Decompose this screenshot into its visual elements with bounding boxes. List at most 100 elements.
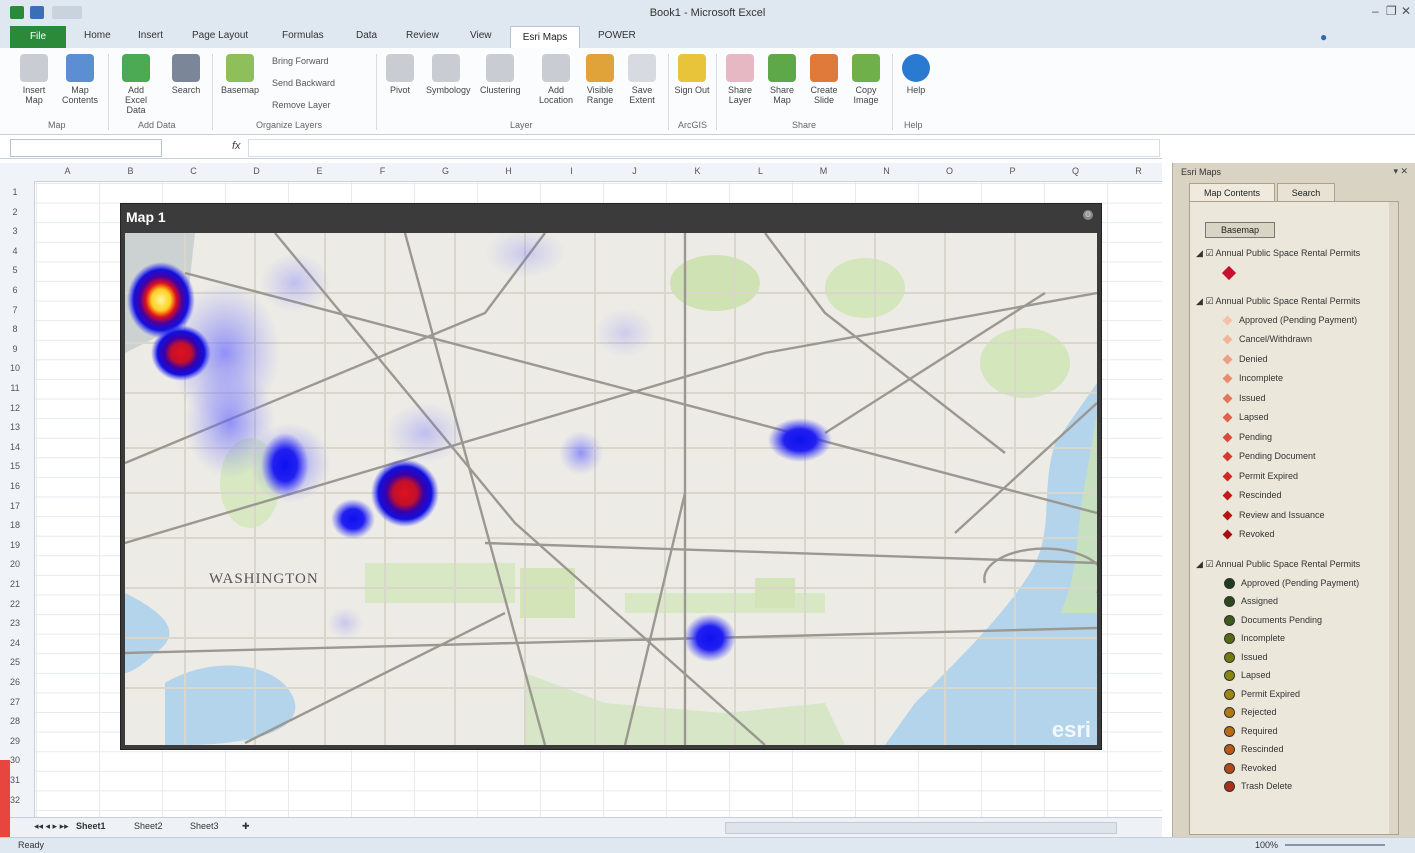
panel-scrollbar[interactable]	[1389, 202, 1398, 834]
row-header[interactable]: 2	[0, 207, 30, 217]
column-header[interactable]: J	[603, 166, 666, 176]
row-header[interactable]: 3	[0, 226, 30, 236]
share-layer-button[interactable]: Share Layer	[720, 54, 760, 105]
help-icon[interactable]: ●	[1320, 30, 1327, 44]
row-header[interactable]: 10	[0, 363, 30, 373]
column-header[interactable]: F	[351, 166, 414, 176]
tab-sheet1[interactable]: Sheet1	[76, 821, 106, 831]
row-header[interactable]: 17	[0, 501, 30, 511]
add-location-button[interactable]: Add Location	[536, 54, 576, 105]
tab-view[interactable]: View	[470, 30, 492, 41]
column-header[interactable]: K	[666, 166, 729, 176]
column-header[interactable]: H	[477, 166, 540, 176]
row-header[interactable]: 15	[0, 461, 30, 471]
minimize-icon[interactable]: –	[1372, 4, 1379, 18]
row-header[interactable]: 5	[0, 265, 30, 275]
column-header[interactable]: G	[414, 166, 477, 176]
row-header[interactable]: 25	[0, 657, 30, 667]
column-header[interactable]: P	[981, 166, 1044, 176]
search-button[interactable]: Search	[166, 54, 206, 95]
tab-home[interactable]: Home	[84, 30, 111, 41]
tab-page-layout[interactable]: Page Layout	[192, 30, 248, 41]
row-header[interactable]: 29	[0, 736, 30, 746]
row-header[interactable]: 19	[0, 540, 30, 550]
column-header[interactable]: A	[36, 166, 99, 176]
row-header[interactable]: 18	[0, 520, 30, 530]
column-header[interactable]: Q	[1044, 166, 1107, 176]
row-header[interactable]: 14	[0, 442, 30, 452]
tab-power[interactable]: POWER	[598, 30, 636, 41]
map-canvas[interactable]: WASHINGTON esri	[125, 233, 1097, 745]
tab-search[interactable]: Search	[1277, 183, 1335, 203]
zoom-slider[interactable]	[1285, 844, 1385, 846]
column-header[interactable]: O	[918, 166, 981, 176]
row-header[interactable]: 21	[0, 579, 30, 589]
pivot-button[interactable]: Pivot	[380, 54, 420, 95]
zoom-level[interactable]: 100%	[1255, 840, 1278, 850]
column-header[interactable]: D	[225, 166, 288, 176]
tab-review[interactable]: Review	[406, 30, 439, 41]
row-header[interactable]: 23	[0, 618, 30, 628]
restore-icon[interactable]: ❐	[1386, 4, 1397, 18]
clustering-button[interactable]: Clustering	[480, 54, 521, 95]
row-header[interactable]: 1	[0, 187, 30, 197]
row-header[interactable]: 7	[0, 305, 30, 315]
help-button[interactable]: Help	[896, 54, 936, 95]
new-sheet-icon[interactable]: ✚	[242, 821, 250, 832]
row-header[interactable]: 27	[0, 697, 30, 707]
tab-map-contents[interactable]: Map Contents	[1189, 183, 1275, 202]
sheet-nav-icon[interactable]: ◂◂ ◂ ▸ ▸▸	[34, 821, 69, 832]
column-header[interactable]: L	[729, 166, 792, 176]
row-header[interactable]: 22	[0, 599, 30, 609]
layer-checkbox-icon[interactable]: ◢ ☑	[1196, 296, 1216, 306]
name-box[interactable]	[10, 139, 162, 157]
layer-header[interactable]: ◢ ☑ Annual Public Space Rental Permits	[1196, 296, 1360, 307]
row-header[interactable]: 8	[0, 324, 30, 334]
tab-data[interactable]: Data	[356, 30, 377, 41]
map-settings-icon[interactable]: ⚙	[1083, 210, 1093, 220]
copy-image-button[interactable]: Copy Image	[846, 54, 886, 105]
map-contents-button[interactable]: Map Contents	[60, 54, 100, 105]
layer-header[interactable]: ◢ ☑ Annual Public Space Rental Permits	[1196, 248, 1360, 259]
symbology-button[interactable]: Symbology	[426, 54, 471, 95]
send-backward-button[interactable]: Send Backward	[272, 78, 335, 88]
row-header[interactable]: 4	[0, 246, 30, 256]
tab-sheet3[interactable]: Sheet3	[190, 821, 219, 831]
row-header[interactable]: 16	[0, 481, 30, 491]
row-header[interactable]: 6	[0, 285, 30, 295]
column-header[interactable]: I	[540, 166, 603, 176]
add-excel-data-button[interactable]: Add Excel Data	[116, 54, 156, 115]
column-header[interactable]: N	[855, 166, 918, 176]
sign-out-button[interactable]: Sign Out	[672, 54, 712, 95]
map-window[interactable]: Map 1 ⚙ WASHINGTON esri	[120, 203, 1102, 750]
column-header[interactable]: R	[1107, 166, 1170, 176]
basemap-button[interactable]: Basemap	[220, 54, 260, 95]
basemap-toggle-button[interactable]: Basemap	[1205, 222, 1275, 238]
column-header[interactable]: M	[792, 166, 855, 176]
tab-insert[interactable]: Insert	[138, 30, 163, 41]
column-header[interactable]: B	[99, 166, 162, 176]
column-header[interactable]: C	[162, 166, 225, 176]
row-header[interactable]: 12	[0, 403, 30, 413]
tab-sheet2[interactable]: Sheet2	[134, 821, 163, 831]
layer-checkbox-icon[interactable]: ◢ ☑	[1196, 559, 1216, 569]
formula-input[interactable]	[248, 139, 1160, 157]
remove-layer-button[interactable]: Remove Layer	[272, 100, 331, 110]
row-header[interactable]: 26	[0, 677, 30, 687]
layer-header[interactable]: ◢ ☑ Annual Public Space Rental Permits	[1196, 559, 1360, 570]
panel-close-icon[interactable]: ▾ ✕	[1393, 166, 1408, 177]
save-extent-button[interactable]: Save Extent	[622, 54, 662, 105]
row-header[interactable]: 11	[0, 383, 30, 393]
row-header[interactable]: 28	[0, 716, 30, 726]
visible-range-button[interactable]: Visible Range	[580, 54, 620, 105]
horizontal-scrollbar[interactable]	[725, 822, 1117, 834]
layer-checkbox-icon[interactable]: ◢ ☑	[1196, 248, 1216, 258]
tab-file[interactable]: File	[10, 26, 66, 48]
create-slide-button[interactable]: Create Slide	[804, 54, 844, 105]
tab-formulas[interactable]: Formulas	[282, 30, 324, 41]
row-header[interactable]: 13	[0, 422, 30, 432]
bring-forward-button[interactable]: Bring Forward	[272, 56, 329, 66]
close-icon[interactable]: ✕	[1401, 4, 1411, 18]
row-header[interactable]: 20	[0, 559, 30, 569]
insert-map-button[interactable]: Insert Map	[14, 54, 54, 105]
